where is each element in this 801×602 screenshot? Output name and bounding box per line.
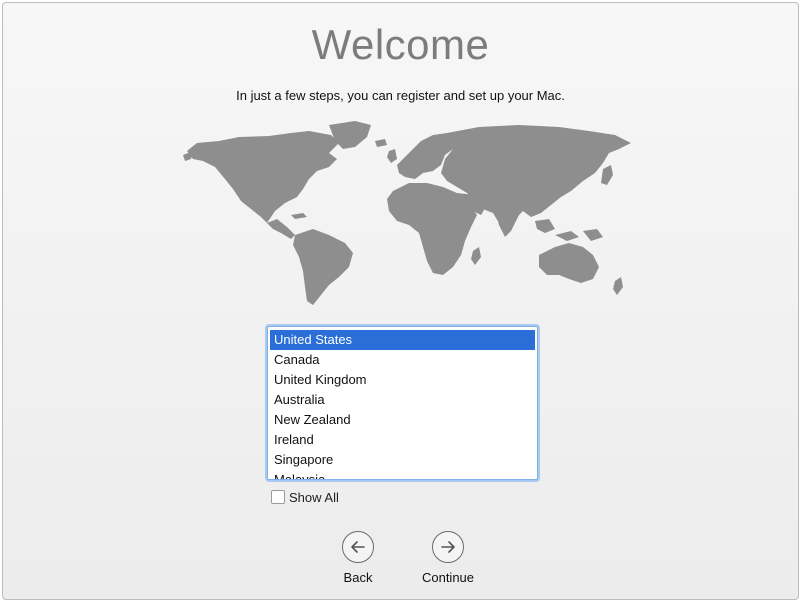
show-all-checkbox[interactable] (271, 490, 285, 504)
page-subtitle: In just a few steps, you can register an… (236, 88, 565, 103)
show-all-option[interactable]: Show All (271, 488, 339, 506)
list-item[interactable]: Australia (270, 390, 535, 410)
arrow-right-circle-icon[interactable] (432, 531, 464, 563)
back-button[interactable]: Back (313, 531, 403, 585)
country-list[interactable]: United States Canada United Kingdom Aust… (267, 326, 538, 480)
setup-window: Welcome In just a few steps, you can reg… (2, 2, 799, 600)
continue-button[interactable]: Continue (403, 531, 493, 585)
list-item[interactable]: Ireland (270, 430, 535, 450)
arrow-left-circle-icon[interactable] (342, 531, 374, 563)
list-item[interactable]: Malaysia (270, 470, 535, 479)
back-label: Back (343, 570, 373, 585)
list-item[interactable]: Singapore (270, 450, 535, 470)
list-item[interactable]: United States (270, 330, 535, 350)
page-title: Welcome (311, 21, 490, 68)
world-map-icon (183, 121, 631, 305)
list-item[interactable]: United Kingdom (270, 370, 535, 390)
country-list-items: United States Canada United Kingdom Aust… (270, 330, 535, 479)
continue-label: Continue (421, 570, 475, 585)
list-item[interactable]: Canada (270, 350, 535, 370)
show-all-label: Show All (289, 489, 339, 505)
list-item[interactable]: New Zealand (270, 410, 535, 430)
